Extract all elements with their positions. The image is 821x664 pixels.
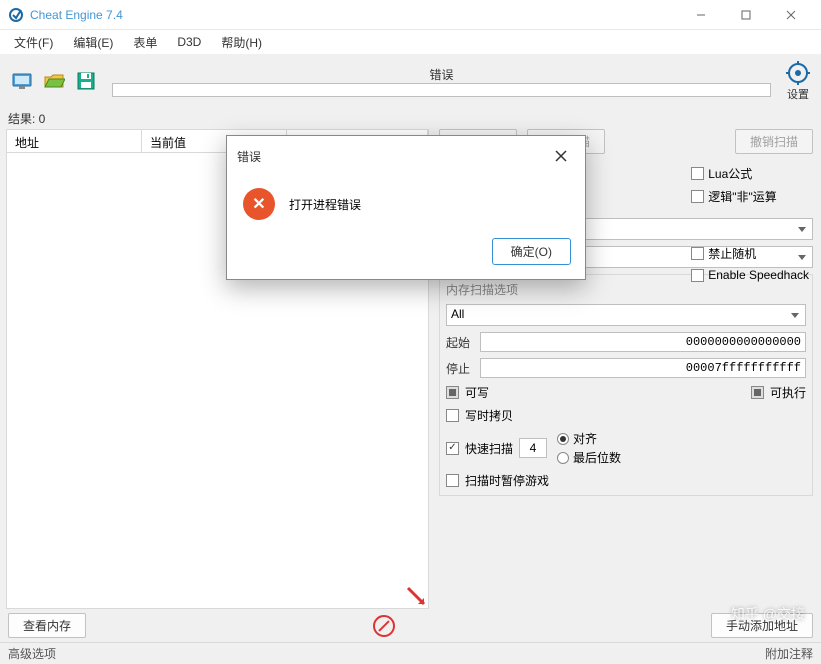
error-icon: ✕ (243, 188, 275, 220)
dialog-titlebar[interactable]: 错误 (227, 136, 585, 176)
dialog-close-button[interactable] (547, 144, 575, 168)
dialog-message: 打开进程错误 (289, 196, 361, 213)
error-dialog: 错误 ✕ 打开进程错误 确定(O) (226, 135, 586, 280)
dialog-title-text: 错误 (237, 148, 547, 165)
dialog-backdrop: 错误 ✕ 打开进程错误 确定(O) (0, 0, 821, 652)
dialog-ok-button[interactable]: 确定(O) (492, 238, 571, 265)
dialog-footer: 确定(O) (227, 228, 585, 279)
dialog-body: ✕ 打开进程错误 (227, 176, 585, 228)
